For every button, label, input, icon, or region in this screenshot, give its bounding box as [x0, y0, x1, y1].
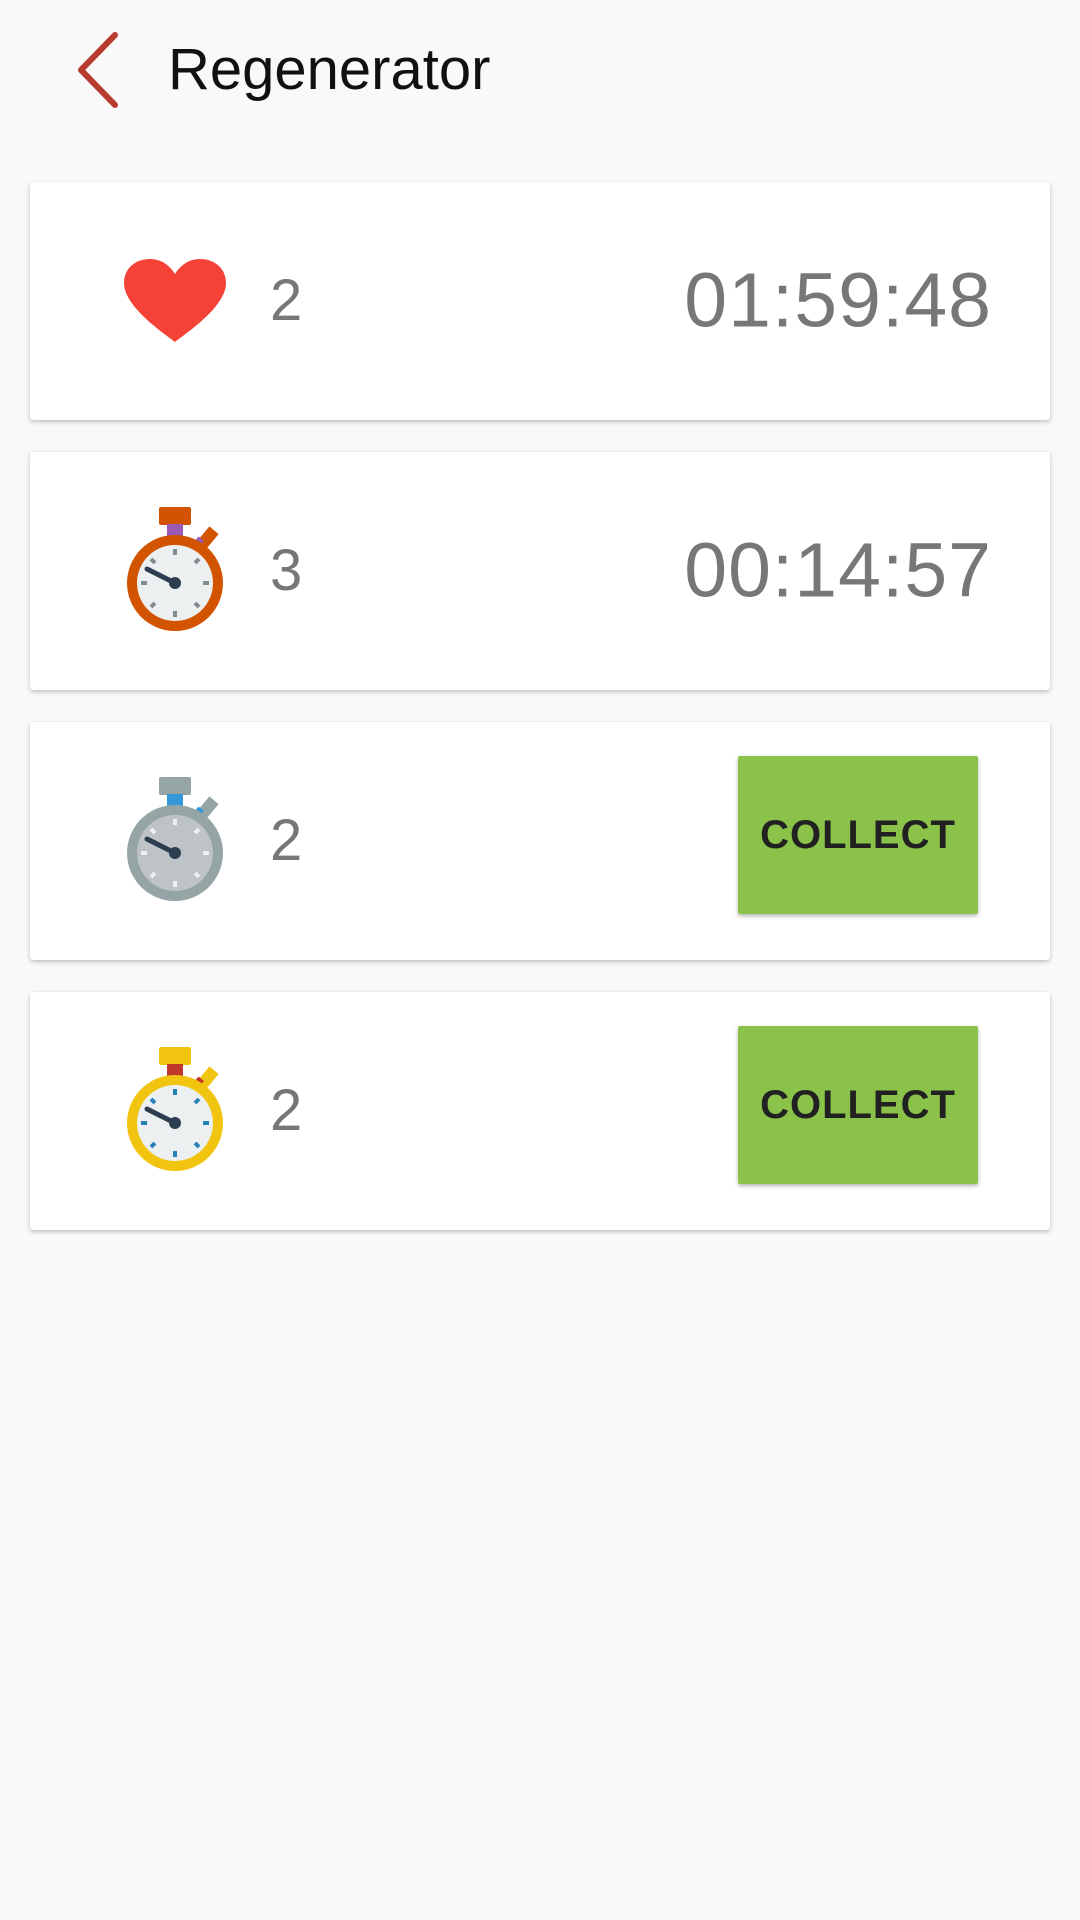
stopwatch-gold-icon — [110, 1046, 240, 1176]
item-count: 2 — [270, 808, 303, 873]
chevron-left-icon — [78, 32, 118, 108]
item-count: 2 — [270, 268, 303, 333]
regenerator-card-gold-stopwatch: 2 COLLECT — [30, 992, 1050, 1230]
back-button[interactable] — [62, 22, 132, 118]
page-title: Regenerator — [168, 37, 491, 102]
collect-button[interactable]: COLLECT — [738, 1026, 978, 1184]
regenerator-card-orange-stopwatch: 3 00:14:57 — [30, 452, 1050, 690]
countdown-timer: 00:14:57 — [684, 527, 992, 614]
stopwatch-silver-icon — [110, 776, 240, 906]
collect-button[interactable]: COLLECT — [738, 756, 978, 914]
heart-icon — [110, 236, 240, 366]
stopwatch-orange-icon — [110, 506, 240, 636]
item-count: 2 — [270, 1078, 303, 1143]
item-count: 3 — [270, 538, 303, 603]
app-header: Regenerator — [0, 0, 1080, 145]
regenerator-card-silver-stopwatch: 2 COLLECT — [30, 722, 1050, 960]
countdown-timer: 01:59:48 — [684, 257, 992, 344]
regenerator-card-heart: 2 01:59:48 — [30, 182, 1050, 420]
